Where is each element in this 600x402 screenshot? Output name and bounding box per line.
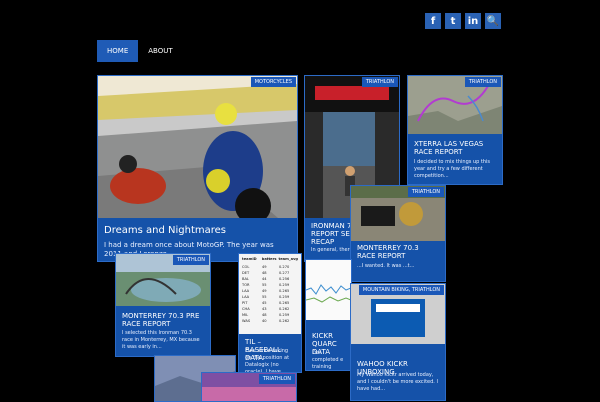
table-header: teamID batters team_avg — [239, 254, 301, 264]
line-chart-image — [306, 260, 351, 320]
post-card-pre-race[interactable]: TRIATHLON MONTERREY 70.3 PRE RACE REPORT… — [115, 253, 211, 357]
post-excerpt: Ever since taking on the position at Dat… — [245, 348, 290, 373]
post-card-bottom-right[interactable]: TRIATHLON — [201, 372, 297, 402]
data-table-image: teamID batters team_avg COL 49 0.270 DET 48 0… — [239, 254, 301, 334]
main-nav: HOME ABOUT — [97, 40, 183, 62]
post-excerpt: ...I wanted. It was ...t... — [357, 263, 415, 269]
column-header: batters — [261, 257, 277, 261]
table-body: COL 49 0.270 DET 48 0.277 BAL 44 0.256 TOR 55 0.259… — [239, 264, 301, 324]
post-excerpt: I selected this Ironman 70.3 race in Mon… — [122, 330, 200, 350]
nav-about[interactable]: ABOUT — [138, 40, 182, 62]
category-badge[interactable]: MOTORCYCLES — [250, 77, 296, 87]
post-title[interactable]: MONTERREY 70.3 PRE RACE REPORT — [122, 312, 204, 328]
category-badge[interactable]: TRIATHLON — [407, 187, 444, 197]
category-badge[interactable]: TRIATHLON — [172, 255, 209, 265]
post-card-wahoo[interactable]: MOUNTAIN BIKING, TRIATHLON WAHOO KICKR U… — [350, 283, 446, 401]
table-row: WAS 40 0.262 — [239, 318, 301, 324]
table-cell: 0.262 — [279, 319, 290, 323]
category-badge[interactable]: TRIATHLON — [258, 374, 295, 384]
nav-home[interactable]: HOME — [97, 40, 139, 62]
post-title[interactable]: MONTERREY 70.3 RACE REPORT — [357, 244, 439, 260]
post-title[interactable]: Dreams and Nightmares — [104, 225, 291, 237]
post-title[interactable]: XTERRA LAS VEGAS RACE REPORT — [414, 140, 496, 156]
post-card-monterrey[interactable]: TRIATHLON MONTERREY 70.3 RACE REPORT ...… — [350, 185, 446, 282]
post-card-kickr[interactable]: KICKR QUARC DATA I've completed e traini… — [305, 259, 352, 371]
search-icon[interactable]: 🔍 — [485, 13, 501, 29]
facebook-icon[interactable]: f — [425, 13, 441, 29]
linkedin-icon[interactable]: in — [465, 13, 481, 29]
post-excerpt: My Wahoo Kickr arrived today, and I coul… — [357, 372, 438, 392]
post-excerpt: I decided to mix things up this year and… — [414, 159, 490, 179]
category-badge[interactable]: MOUNTAIN BIKING, TRIATHLON — [358, 285, 444, 295]
social-links: f t in 🔍 — [425, 13, 501, 29]
motogp-image — [98, 76, 297, 218]
post-card-baseball[interactable]: teamID batters team_avg COL 49 0.270 DET 48 0… — [238, 253, 302, 373]
table-cell: WAS — [242, 319, 251, 323]
column-header: teamID — [242, 257, 257, 261]
category-badge[interactable]: TRIATHLON — [464, 77, 501, 87]
post-excerpt: I've completed e training session ... Ki… — [312, 350, 344, 370]
table-cell: 40 — [262, 319, 267, 323]
category-badge[interactable]: TRIATHLON — [361, 77, 398, 87]
column-header: team_avg — [278, 257, 298, 261]
post-card-motogp[interactable]: MOTORCYCLES Dreams and Nightmares I had … — [97, 75, 298, 262]
twitter-icon[interactable]: t — [445, 13, 461, 29]
post-card-xterra[interactable]: TRIATHLON XTERRA LAS VEGAS RACE REPORT I… — [407, 75, 503, 185]
